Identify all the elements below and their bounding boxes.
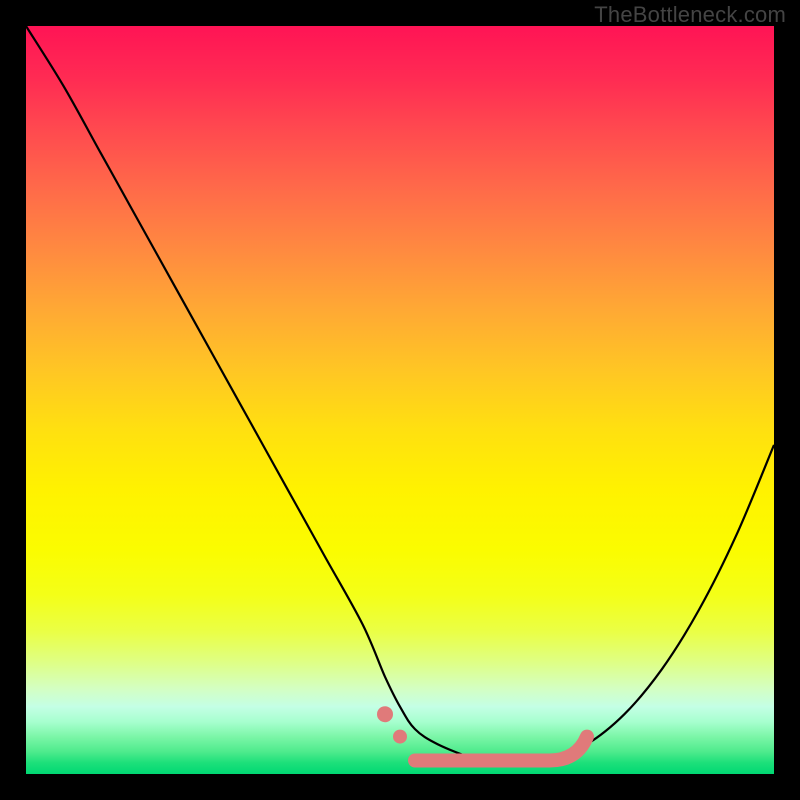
- highlight-dot-2: [393, 730, 407, 744]
- highlight-dot-1: [377, 706, 393, 722]
- bottleneck-curve: [26, 26, 774, 763]
- optimal-range-highlight: [415, 737, 587, 761]
- curve-layer: [26, 26, 774, 774]
- watermark-text: TheBottleneck.com: [594, 2, 786, 28]
- plot-area: [26, 26, 774, 774]
- chart-frame: TheBottleneck.com: [0, 0, 800, 800]
